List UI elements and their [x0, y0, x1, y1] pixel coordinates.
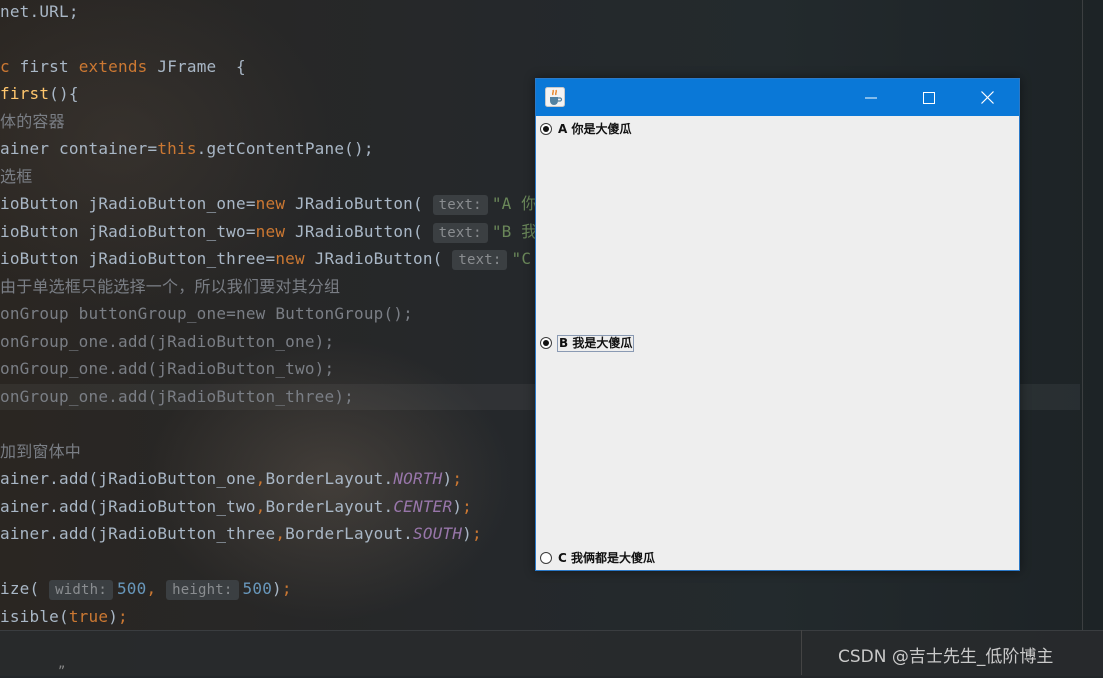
- bottom-mark: ”: [58, 664, 66, 678]
- status-divider: [801, 630, 802, 675]
- code-line: ainer.add(jRadioButton_three,BorderLayou…: [0, 524, 482, 543]
- code-line: 选框: [0, 167, 33, 186]
- watermark-text: CSDN @吉士先生_低阶博主: [838, 647, 1054, 667]
- code-line: ainer.add(jRadioButton_one,BorderLayout.…: [0, 469, 463, 488]
- code-line: 由于单选框只能选择一个，所以我们要对其分组: [0, 277, 341, 296]
- maximize-button[interactable]: [900, 79, 958, 116]
- radio-label[interactable]: C 我俩都是大傻瓜: [557, 551, 656, 566]
- code-line: onGroup_one.add(jRadioButton_one);: [0, 332, 335, 351]
- code-line: c first extends JFrame {: [0, 57, 246, 76]
- code-line: ioButton jRadioButton_one=new JRadioButt…: [0, 194, 554, 215]
- close-button[interactable]: [958, 79, 1016, 116]
- radio-indicator[interactable]: [540, 337, 552, 349]
- radio-dot: [543, 340, 549, 346]
- radio-indicator[interactable]: [540, 552, 552, 564]
- maximize-icon: [923, 91, 935, 104]
- radio-button-a[interactable]: A 你是大傻瓜: [540, 120, 632, 138]
- close-icon: [980, 91, 994, 104]
- code-line: ainer.add(jRadioButton_two,BorderLayout.…: [0, 497, 473, 516]
- minimize-button[interactable]: [842, 79, 900, 116]
- code-line: onGroup_one.add(jRadioButton_three);: [0, 387, 354, 406]
- code-line: isible(true);: [0, 607, 128, 626]
- code-line: 体的容器: [0, 112, 65, 131]
- radio-label[interactable]: B 我是大傻瓜: [557, 334, 635, 352]
- radio-button-c[interactable]: C 我俩都是大傻瓜: [540, 549, 656, 567]
- radio-indicator[interactable]: [540, 123, 552, 135]
- minimize-icon: [865, 97, 877, 98]
- code-line: first(){: [0, 84, 79, 103]
- java-cup-icon[interactable]: [545, 87, 565, 107]
- code-line: ize( width: 500, height: 500);: [0, 579, 292, 600]
- radio-label[interactable]: A 你是大傻瓜: [557, 122, 632, 137]
- code-line: ainer container=this.getContentPane();: [0, 139, 374, 158]
- java-window[interactable]: A 你是大傻瓜 B 我是大傻瓜 C 我俩都是大傻瓜: [535, 78, 1020, 571]
- right-margin-guide: [1082, 0, 1083, 630]
- code-line: onGroup_one.add(jRadioButton_two);: [0, 359, 335, 378]
- code-line: ioButton jRadioButton_two=new JRadioButt…: [0, 222, 554, 243]
- radio-button-b[interactable]: B 我是大傻瓜: [540, 334, 635, 352]
- code-line: net.URL;: [0, 2, 79, 21]
- radio-dot: [543, 126, 549, 132]
- title-bar[interactable]: [536, 79, 1019, 116]
- code-line: onGroup buttonGroup_one=new ButtonGroup(…: [0, 304, 413, 323]
- code-line: ioButton jRadioButton_three=new JRadioBu…: [0, 249, 557, 270]
- content-pane: A 你是大傻瓜 B 我是大傻瓜 C 我俩都是大傻瓜: [536, 116, 1019, 570]
- code-line: 加到窗体中: [0, 442, 82, 461]
